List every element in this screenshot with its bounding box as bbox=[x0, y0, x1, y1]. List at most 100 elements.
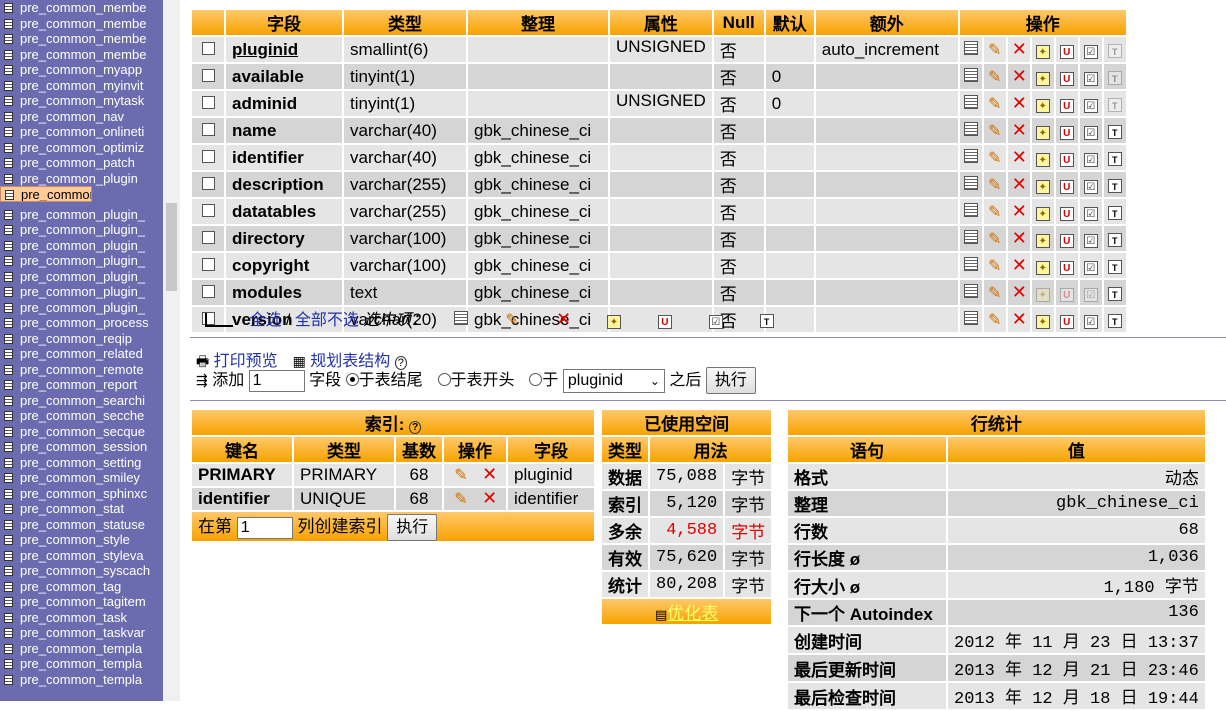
edit-icon[interactable]: ✎ bbox=[988, 258, 1002, 274]
sidebar-item-table[interactable]: pre_common_statuse bbox=[0, 517, 163, 533]
fulltext-icon[interactable]: T bbox=[1107, 178, 1122, 193]
table-icon[interactable] bbox=[4, 240, 13, 251]
index-icon[interactable]: ☑ bbox=[1083, 206, 1098, 221]
sidebar-item-table[interactable]: pre_common_plugin_ bbox=[0, 269, 163, 285]
unique-icon[interactable]: U bbox=[1059, 179, 1074, 194]
fulltext-icon[interactable]: T bbox=[1107, 259, 1122, 274]
table-icon[interactable] bbox=[4, 34, 13, 44]
drop-icon[interactable]: ✕ bbox=[1012, 310, 1027, 328]
browse-distinct-icon[interactable] bbox=[963, 67, 978, 82]
create-index-execute-button[interactable]: 执行 bbox=[387, 514, 438, 541]
sidebar-item-label[interactable]: pre_common_mytask bbox=[20, 93, 144, 108]
sidebar-item-label[interactable]: pre_common_plugin_ bbox=[20, 269, 145, 284]
edit-selected-icon[interactable]: ✎ bbox=[505, 313, 519, 329]
table-icon[interactable] bbox=[4, 550, 13, 561]
row-checkbox[interactable] bbox=[201, 149, 215, 163]
field-name[interactable]: name bbox=[226, 118, 342, 143]
edit-icon[interactable]: ✎ bbox=[988, 204, 1002, 220]
field-name[interactable]: pluginid bbox=[226, 37, 342, 62]
edit-icon[interactable]: ✎ bbox=[988, 69, 1002, 85]
browse-selected-icon[interactable] bbox=[454, 311, 469, 325]
table-icon[interactable] bbox=[4, 349, 13, 359]
drop-icon[interactable]: ✕ bbox=[1012, 67, 1027, 85]
table-icon[interactable] bbox=[4, 225, 13, 235]
sidebar-item-label[interactable]: pre_common_task bbox=[20, 610, 127, 625]
sidebar-item-table[interactable]: pre_common_membe bbox=[0, 0, 163, 16]
table-icon[interactable] bbox=[4, 302, 13, 313]
sidebar-item-table[interactable]: pre_common_membe bbox=[0, 47, 163, 63]
sidebar-item-label[interactable]: pre_common_style bbox=[20, 532, 130, 547]
column-header[interactable]: 类型 bbox=[344, 10, 466, 35]
drop-icon[interactable]: ✕ bbox=[1012, 202, 1027, 220]
unique-icon[interactable]: U bbox=[1059, 125, 1074, 140]
fulltext-icon[interactable]: T bbox=[1107, 124, 1122, 139]
primary-key-icon[interactable]: ✦ bbox=[1035, 125, 1050, 140]
table-icon[interactable] bbox=[4, 566, 13, 576]
table-icon[interactable] bbox=[4, 504, 13, 514]
table-icon[interactable] bbox=[4, 488, 13, 499]
sidebar-item-table[interactable]: pre_common_plugin_ bbox=[0, 238, 163, 254]
sidebar-item-label[interactable]: pre_common_plugin_ bbox=[20, 253, 145, 268]
browse-distinct-icon[interactable] bbox=[963, 229, 978, 244]
drop-icon[interactable]: ✕ bbox=[1012, 148, 1027, 166]
row-checkbox[interactable] bbox=[201, 203, 215, 217]
table-icon[interactable] bbox=[5, 190, 14, 200]
column-header[interactable]: 字段 bbox=[226, 10, 342, 35]
table-icon[interactable] bbox=[4, 318, 13, 328]
sidebar-item-table[interactable]: pre_common_onlineti bbox=[0, 124, 163, 140]
table-icon[interactable] bbox=[4, 256, 13, 266]
index-icon[interactable]: ☑ bbox=[1083, 233, 1098, 248]
field-name[interactable]: datatables bbox=[226, 199, 342, 224]
sidebar-item-table[interactable]: pre_common_task bbox=[0, 610, 163, 626]
table-icon[interactable] bbox=[4, 442, 13, 452]
sidebar-item-table[interactable]: pre_common_syscach bbox=[0, 563, 163, 579]
index-icon[interactable]: ☑ bbox=[1083, 98, 1098, 113]
sidebar-item-label[interactable]: pre_common_plugin_ bbox=[20, 284, 145, 299]
table-icon[interactable] bbox=[4, 271, 13, 282]
index-icon[interactable]: ☑ bbox=[1083, 314, 1098, 329]
sidebar-item-table[interactable]: pre_common_style bbox=[0, 532, 163, 548]
edit-icon[interactable]: ✎ bbox=[454, 492, 468, 508]
row-checkbox[interactable] bbox=[201, 122, 215, 136]
primary-key-icon[interactable]: ✦ bbox=[1035, 260, 1050, 275]
table-icon[interactable] bbox=[4, 581, 13, 592]
table-icon[interactable] bbox=[4, 411, 13, 421]
table-icon[interactable] bbox=[4, 49, 13, 60]
sidebar-item-label[interactable]: pre_common_syscach bbox=[20, 563, 150, 578]
primary-key-icon[interactable]: ✦ bbox=[1035, 287, 1050, 302]
after-radio[interactable] bbox=[529, 373, 543, 386]
sidebar-item-label[interactable]: pre_common_related bbox=[20, 346, 143, 361]
sidebar-item-table[interactable]: pre_common_plugin_ bbox=[0, 300, 163, 316]
sidebar-item-label[interactable]: pre_common_plugin_ bbox=[20, 238, 145, 253]
edit-icon[interactable]: ✎ bbox=[988, 285, 1002, 301]
sidebar-item-label[interactable]: pre_common_membe bbox=[20, 0, 146, 15]
sidebar-item-label[interactable]: pre_common_stat bbox=[20, 501, 124, 516]
primary-key-icon[interactable]: ✦ bbox=[1035, 314, 1050, 329]
edit-icon[interactable]: ✎ bbox=[988, 96, 1002, 112]
table-icon[interactable] bbox=[4, 597, 13, 607]
column-header[interactable]: 属性 bbox=[610, 10, 712, 35]
table-icon[interactable] bbox=[4, 127, 13, 137]
index-icon[interactable]: ☑ bbox=[1083, 125, 1098, 140]
table-icon[interactable] bbox=[4, 111, 13, 122]
sidebar-item-label[interactable]: pre_common_plugin_ bbox=[20, 300, 145, 315]
sidebar-item-label[interactable]: pre_common_myapp bbox=[20, 62, 142, 77]
field-name[interactable]: adminid bbox=[226, 91, 342, 116]
drop-selected-icon[interactable]: ✕ bbox=[556, 310, 571, 328]
sidebar-item-table[interactable]: pre_common_secche bbox=[0, 408, 163, 424]
sidebar-item-label[interactable]: pre_common_taskvar bbox=[20, 625, 145, 640]
fulltext-icon[interactable]: T bbox=[1107, 151, 1122, 166]
add-field-execute-button[interactable]: 执行 bbox=[705, 367, 756, 394]
sidebar-item-label[interactable]: pre_common_session bbox=[20, 439, 147, 454]
table-icon[interactable] bbox=[4, 426, 13, 437]
table-icon[interactable] bbox=[4, 287, 13, 297]
sidebar-item-label[interactable]: pre_common_pluginv bbox=[21, 187, 91, 201]
sidebar-item-table[interactable]: pre_common_tag bbox=[0, 579, 163, 595]
table-icon[interactable] bbox=[4, 3, 13, 13]
optimize-table-link[interactable]: 优化表 bbox=[667, 604, 718, 623]
edit-icon[interactable]: ✎ bbox=[988, 231, 1002, 247]
field-name[interactable]: identifier bbox=[226, 145, 342, 170]
sidebar-item-table[interactable]: pre_common_report bbox=[0, 377, 163, 393]
row-checkbox[interactable] bbox=[201, 230, 215, 244]
sidebar-item-label[interactable]: pre_common_templa bbox=[20, 672, 142, 687]
